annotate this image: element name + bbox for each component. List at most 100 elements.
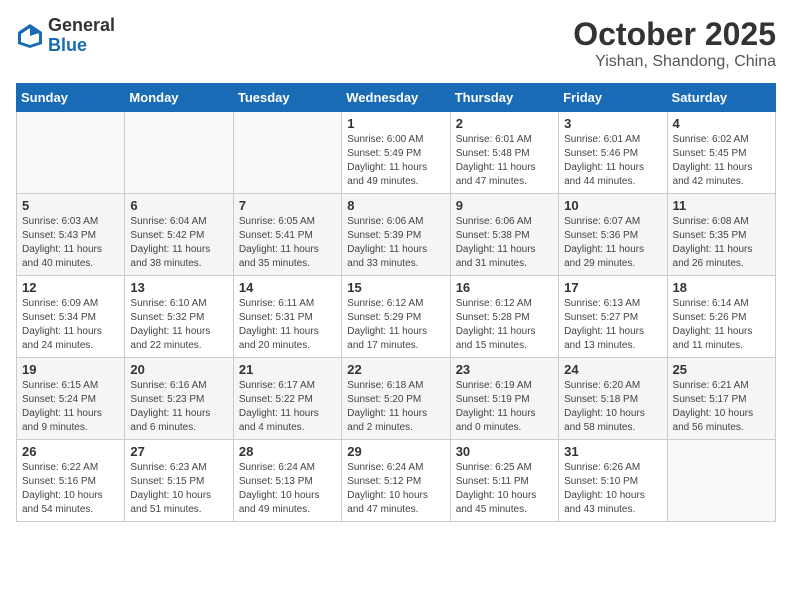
day-number: 23: [456, 362, 553, 377]
day-number: 11: [673, 198, 770, 213]
day-number: 13: [130, 280, 227, 295]
day-number: 16: [456, 280, 553, 295]
calendar-cell: 13 Sunrise: 6:10 AM Sunset: 5:32 PM Dayli…: [125, 276, 233, 358]
day-info: Sunrise: 6:06 AM Sunset: 5:38 PM Dayligh…: [456, 215, 553, 271]
day-number: 26: [22, 444, 119, 459]
calendar-cell: 9 Sunrise: 6:06 AM Sunset: 5:38 PM Daylig…: [450, 194, 558, 276]
day-number: 7: [239, 198, 336, 213]
day-number: 24: [564, 362, 661, 377]
calendar-cell: 27Sunrise: 6:23 AM Sunset: 5:15 PM Dayli…: [125, 440, 233, 522]
calendar-cell: [233, 112, 341, 194]
day-number: 15: [347, 280, 444, 295]
calendar: SundayMondayTuesdayWednesdayThursdayFrid…: [16, 83, 776, 522]
calendar-cell: 18 Sunrise: 6:14 AM Sunset: 5:26 PM Dayli…: [667, 276, 775, 358]
calendar-cell: 2 Sunrise: 6:01 AM Sunset: 5:48 PM Daylig…: [450, 112, 558, 194]
day-number: 30: [456, 444, 553, 459]
calendar-cell: 5 Sunrise: 6:03 AM Sunset: 5:43 PM Daylig…: [17, 194, 125, 276]
weekday-header-saturday: Saturday: [667, 84, 775, 112]
day-info: Sunrise: 6:01 AM Sunset: 5:48 PM Dayligh…: [456, 133, 553, 189]
calendar-week-3: 12 Sunrise: 6:09 AM Sunset: 5:34 PM Dayli…: [17, 276, 776, 358]
location-title: Yishan, Shandong, China: [573, 53, 776, 71]
calendar-cell: 12 Sunrise: 6:09 AM Sunset: 5:34 PM Dayli…: [17, 276, 125, 358]
calendar-cell: 1 Sunrise: 6:00 AM Sunset: 5:49 PM Daylig…: [342, 112, 450, 194]
day-number: 18: [673, 280, 770, 295]
day-info: Sunrise: 6:24 AM Sunset: 5:12 PM Dayligh…: [347, 461, 444, 517]
logo-text: General Blue: [48, 16, 115, 56]
calendar-cell: 26Sunrise: 6:22 AM Sunset: 5:16 PM Dayli…: [17, 440, 125, 522]
weekday-header-friday: Friday: [559, 84, 667, 112]
weekday-header-tuesday: Tuesday: [233, 84, 341, 112]
calendar-cell: 21Sunrise: 6:17 AM Sunset: 5:22 PM Dayli…: [233, 358, 341, 440]
day-number: 9: [456, 198, 553, 213]
day-info: Sunrise: 6:12 AM Sunset: 5:29 PM Dayligh…: [347, 297, 444, 353]
calendar-cell: 3Sunrise: 6:01 AM Sunset: 5:46 PM Daylig…: [559, 112, 667, 194]
day-info: Sunrise: 6:10 AM Sunset: 5:32 PM Dayligh…: [130, 297, 227, 353]
logo-general: General: [48, 16, 115, 36]
day-number: 4: [673, 116, 770, 131]
day-info: Sunrise: 6:19 AM Sunset: 5:19 PM Dayligh…: [456, 379, 553, 435]
day-info: Sunrise: 6:17 AM Sunset: 5:22 PM Dayligh…: [239, 379, 336, 435]
calendar-cell: 7 Sunrise: 6:05 AM Sunset: 5:41 PM Daylig…: [233, 194, 341, 276]
day-number: 22: [347, 362, 444, 377]
day-info: Sunrise: 6:20 AM Sunset: 5:18 PM Dayligh…: [564, 379, 661, 435]
day-info: Sunrise: 6:04 AM Sunset: 5:42 PM Dayligh…: [130, 215, 227, 271]
day-number: 28: [239, 444, 336, 459]
calendar-cell: 4 Sunrise: 6:02 AM Sunset: 5:45 PM Daylig…: [667, 112, 775, 194]
title-block: October 2025 Yishan, Shandong, China: [573, 16, 776, 71]
day-number: 2: [456, 116, 553, 131]
day-info: Sunrise: 6:12 AM Sunset: 5:28 PM Dayligh…: [456, 297, 553, 353]
day-info: Sunrise: 6:26 AM Sunset: 5:10 PM Dayligh…: [564, 461, 661, 517]
calendar-cell: 22 Sunrise: 6:18 AM Sunset: 5:20 PM Dayli…: [342, 358, 450, 440]
calendar-cell: 15 Sunrise: 6:12 AM Sunset: 5:29 PM Dayli…: [342, 276, 450, 358]
calendar-cell: 20 Sunrise: 6:16 AM Sunset: 5:23 PM Dayli…: [125, 358, 233, 440]
day-number: 20: [130, 362, 227, 377]
day-info: Sunrise: 6:02 AM Sunset: 5:45 PM Dayligh…: [673, 133, 770, 189]
weekday-header-wednesday: Wednesday: [342, 84, 450, 112]
day-number: 5: [22, 198, 119, 213]
calendar-week-5: 26Sunrise: 6:22 AM Sunset: 5:16 PM Dayli…: [17, 440, 776, 522]
day-info: Sunrise: 6:11 AM Sunset: 5:31 PM Dayligh…: [239, 297, 336, 353]
day-number: 17: [564, 280, 661, 295]
calendar-week-4: 19Sunrise: 6:15 AM Sunset: 5:24 PM Dayli…: [17, 358, 776, 440]
day-info: Sunrise: 6:16 AM Sunset: 5:23 PM Dayligh…: [130, 379, 227, 435]
day-number: 25: [673, 362, 770, 377]
calendar-cell: 16 Sunrise: 6:12 AM Sunset: 5:28 PM Dayli…: [450, 276, 558, 358]
day-info: Sunrise: 6:01 AM Sunset: 5:46 PM Dayligh…: [564, 133, 661, 189]
calendar-cell: 17Sunrise: 6:13 AM Sunset: 5:27 PM Dayli…: [559, 276, 667, 358]
day-number: 6: [130, 198, 227, 213]
calendar-cell: 8 Sunrise: 6:06 AM Sunset: 5:39 PM Daylig…: [342, 194, 450, 276]
calendar-cell: 25Sunrise: 6:21 AM Sunset: 5:17 PM Dayli…: [667, 358, 775, 440]
day-info: Sunrise: 6:05 AM Sunset: 5:41 PM Dayligh…: [239, 215, 336, 271]
day-number: 8: [347, 198, 444, 213]
day-info: Sunrise: 6:09 AM Sunset: 5:34 PM Dayligh…: [22, 297, 119, 353]
calendar-week-2: 5 Sunrise: 6:03 AM Sunset: 5:43 PM Daylig…: [17, 194, 776, 276]
day-info: Sunrise: 6:18 AM Sunset: 5:20 PM Dayligh…: [347, 379, 444, 435]
calendar-cell: 30Sunrise: 6:25 AM Sunset: 5:11 PM Dayli…: [450, 440, 558, 522]
weekday-header-thursday: Thursday: [450, 84, 558, 112]
calendar-cell: 19Sunrise: 6:15 AM Sunset: 5:24 PM Dayli…: [17, 358, 125, 440]
weekday-header-row: SundayMondayTuesdayWednesdayThursdayFrid…: [17, 84, 776, 112]
logo-blue: Blue: [48, 36, 115, 56]
day-number: 12: [22, 280, 119, 295]
page-header: General Blue October 2025 Yishan, Shando…: [16, 16, 776, 71]
day-number: 1: [347, 116, 444, 131]
logo: General Blue: [16, 16, 115, 56]
weekday-header-sunday: Sunday: [17, 84, 125, 112]
day-info: Sunrise: 6:23 AM Sunset: 5:15 PM Dayligh…: [130, 461, 227, 517]
calendar-cell: 31Sunrise: 6:26 AM Sunset: 5:10 PM Dayli…: [559, 440, 667, 522]
logo-icon: [16, 22, 44, 50]
day-number: 19: [22, 362, 119, 377]
day-info: Sunrise: 6:06 AM Sunset: 5:39 PM Dayligh…: [347, 215, 444, 271]
day-info: Sunrise: 6:00 AM Sunset: 5:49 PM Dayligh…: [347, 133, 444, 189]
day-number: 14: [239, 280, 336, 295]
calendar-cell: [125, 112, 233, 194]
day-number: 10: [564, 198, 661, 213]
day-info: Sunrise: 6:03 AM Sunset: 5:43 PM Dayligh…: [22, 215, 119, 271]
weekday-header-monday: Monday: [125, 84, 233, 112]
day-info: Sunrise: 6:07 AM Sunset: 5:36 PM Dayligh…: [564, 215, 661, 271]
calendar-cell: 14 Sunrise: 6:11 AM Sunset: 5:31 PM Dayli…: [233, 276, 341, 358]
day-info: Sunrise: 6:14 AM Sunset: 5:26 PM Dayligh…: [673, 297, 770, 353]
calendar-cell: 6 Sunrise: 6:04 AM Sunset: 5:42 PM Daylig…: [125, 194, 233, 276]
calendar-cell: [17, 112, 125, 194]
calendar-week-1: 1 Sunrise: 6:00 AM Sunset: 5:49 PM Daylig…: [17, 112, 776, 194]
